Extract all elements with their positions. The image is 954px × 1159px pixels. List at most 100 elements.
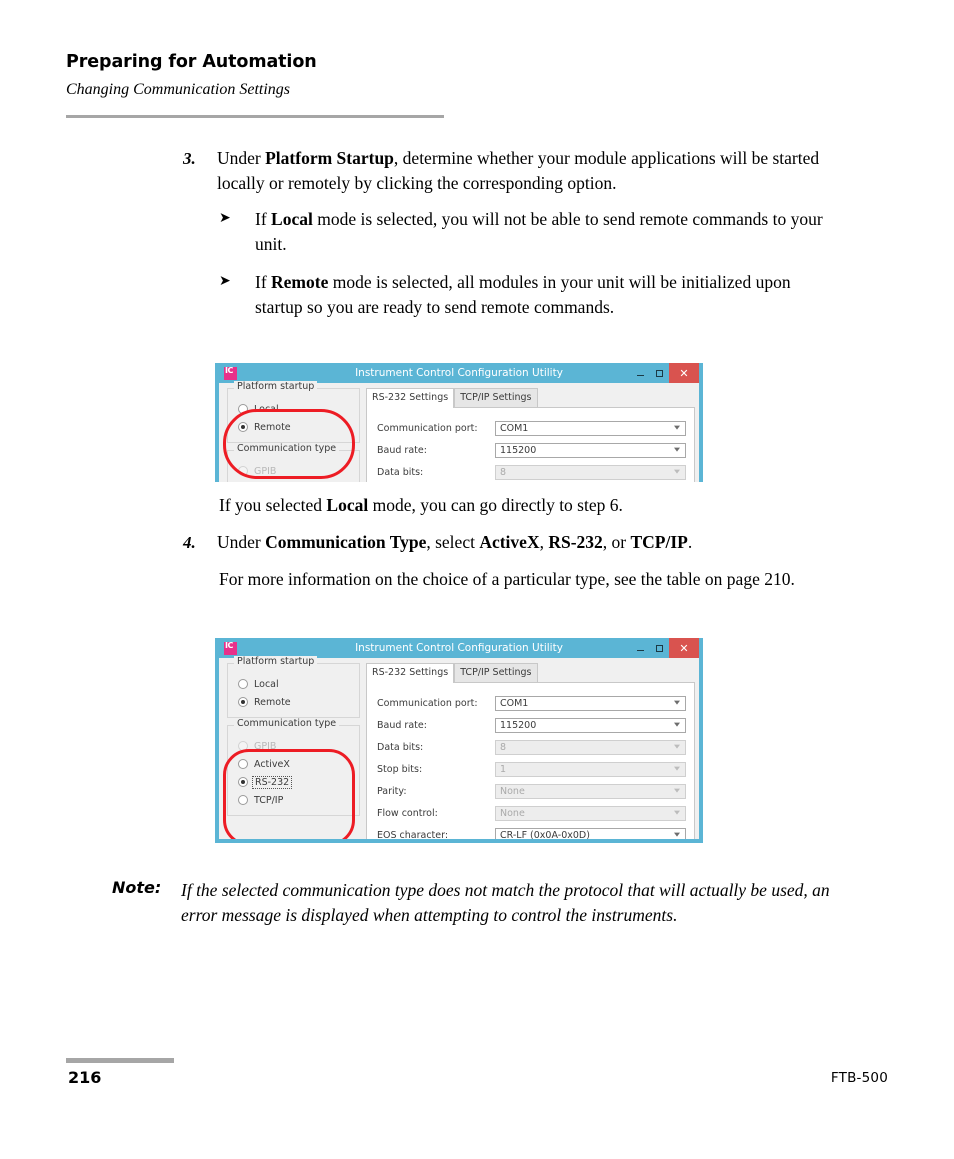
platform-startup-group: Platform startup Local Remote [227, 381, 360, 443]
step-4-bold-rs232: RS-232 [548, 532, 603, 552]
minimize-button[interactable] [631, 638, 650, 658]
stop-bits-combo: 1 [495, 761, 686, 777]
rs232-settings-pane: Communication port: COM1 Baud rate: 1152… [366, 407, 695, 482]
step-4-bold-comm-type: Communication Type [265, 532, 427, 552]
communication-type-group: Communication type GPIB [227, 443, 360, 482]
chevron-down-icon[interactable] [674, 447, 680, 452]
minimize-button[interactable] [631, 363, 650, 383]
baud-rate-value: 115200 [500, 719, 537, 731]
field-data-bits: Data bits: 8 [377, 736, 686, 758]
radio-tcpip[interactable]: TCP/IP [228, 791, 359, 809]
tab-tcpip-settings[interactable]: TCP/IP Settings [454, 663, 538, 682]
step-4-sep2: , or [602, 532, 631, 552]
stop-bits-value: 1 [500, 763, 507, 775]
footer-page-number: 216 [68, 1068, 102, 1087]
radio-local-label: Local [254, 678, 279, 690]
footer-divider [66, 1058, 174, 1063]
radio-remote-icon[interactable] [238, 422, 248, 432]
radio-gpib-label: GPIB [254, 740, 277, 752]
radio-local[interactable]: Local [228, 675, 359, 693]
chevron-down-icon[interactable] [674, 832, 680, 837]
communication-port-combo[interactable]: COM1 [495, 420, 686, 436]
communication-type-group: Communication type GPIB ActiveX RS-232 T… [227, 718, 360, 816]
step-4-bold-activex: ActiveX [479, 532, 540, 552]
tab-rs232-settings[interactable]: RS-232 Settings [366, 663, 455, 683]
radio-remote-label: Remote [254, 696, 291, 708]
radio-gpib-icon [238, 466, 248, 476]
maximize-button[interactable] [650, 363, 669, 383]
field-baud-rate: Baud rate: 115200 [377, 439, 686, 461]
radio-rs232[interactable]: RS-232 [228, 773, 359, 791]
instrument-control-app-icon [224, 366, 237, 380]
radio-tcpip-label: TCP/IP [254, 794, 284, 806]
field-communication-port-label: Communication port: [377, 697, 478, 709]
communication-port-value: COM1 [500, 697, 529, 709]
radio-remote[interactable]: Remote [228, 693, 359, 711]
window-titlebar: Instrument Control Configuration Utility… [219, 638, 699, 658]
field-baud-rate-label: Baud rate: [377, 444, 427, 456]
radio-gpib: GPIB [228, 737, 359, 755]
chevron-down-icon[interactable] [674, 425, 680, 430]
field-parity-label: Parity: [377, 785, 407, 797]
paragraph-local-lead: If you selected [219, 495, 327, 515]
page-subtitle: Changing Communication Settings [66, 81, 290, 98]
communication-port-combo[interactable]: COM1 [495, 695, 686, 711]
radio-local-icon[interactable] [238, 404, 248, 414]
chevron-down-icon[interactable] [674, 722, 680, 727]
radio-remote-icon[interactable] [238, 697, 248, 707]
radio-activex-label: ActiveX [254, 758, 290, 770]
platform-startup-legend: Platform startup [234, 381, 318, 392]
tabstrip: RS-232 Settings TCP/IP Settings [366, 388, 695, 408]
note-block: Note: If the selected communication type… [112, 878, 832, 927]
radio-activex[interactable]: ActiveX [228, 755, 359, 773]
field-eos-character-label: EOS character: [377, 829, 449, 841]
tab-tcpip-settings[interactable]: TCP/IP Settings [454, 388, 538, 407]
paragraph-more-info: For more information on the choice of a … [219, 569, 795, 589]
step-3-text: Under Platform Startup, determine whethe… [217, 146, 838, 196]
field-communication-port-label: Communication port: [377, 422, 478, 434]
eos-character-combo[interactable]: CR-LF (0x0A-0x0D) [495, 827, 686, 841]
field-communication-port: Communication port: COM1 [377, 417, 686, 439]
radio-gpib-label: GPIB [254, 465, 277, 477]
field-stop-bits: Stop bits: 1 [377, 758, 686, 780]
footer-model-name: FTB-500 [830, 1070, 888, 1086]
data-bits-combo: 8 [495, 739, 686, 755]
radio-local-icon[interactable] [238, 679, 248, 689]
field-data-bits-label: Data bits: [377, 741, 424, 753]
baud-rate-combo[interactable]: 115200 [495, 717, 686, 733]
step-3: 3. Under Platform Startup, determine whe… [183, 146, 838, 196]
paragraph-local-mode: If you selected Local mode, you can go d… [219, 493, 839, 518]
parity-combo: None [495, 783, 686, 799]
radio-local-label: Local [254, 403, 279, 415]
maximize-button[interactable] [650, 638, 669, 658]
parity-value: None [500, 785, 525, 797]
window-body: Platform startup Local Remote Communicat… [219, 656, 699, 841]
window-title: Instrument Control Configuration Utility [355, 367, 563, 379]
window-buttons: ✕ [631, 363, 699, 383]
instrument-control-app-icon [224, 641, 237, 655]
eos-character-value: CR-LF (0x0A-0x0D) [500, 829, 590, 841]
data-bits-value: 8 [500, 466, 507, 478]
tabstrip: RS-232 Settings TCP/IP Settings [366, 663, 695, 683]
baud-rate-combo[interactable]: 115200 [495, 442, 686, 458]
bullet-local-item: ➤ If Local mode is selected, you will not… [219, 207, 829, 257]
window-body: Platform startup Local Remote Communicat… [219, 381, 699, 482]
chevron-down-icon[interactable] [674, 700, 680, 705]
radio-gpib: GPIB [228, 462, 359, 480]
close-button[interactable]: ✕ [669, 363, 699, 383]
radio-local[interactable]: Local [228, 400, 359, 418]
radio-rs232-icon[interactable] [238, 777, 248, 787]
note-text: If the selected communication type does … [181, 880, 830, 925]
radio-remote[interactable]: Remote [228, 418, 359, 436]
bullet-remote-lead: If [255, 272, 272, 292]
arrow-bullet-icon: ➤ [219, 273, 231, 289]
radio-tcpip-icon[interactable] [238, 795, 248, 805]
close-button[interactable]: ✕ [669, 638, 699, 658]
bullet-local: ➤ If Local mode is selected, you will not… [219, 207, 829, 257]
window-buttons: ✕ [631, 638, 699, 658]
tab-rs232-settings[interactable]: RS-232 Settings [366, 388, 455, 408]
step-3-bold: Platform Startup [265, 148, 394, 168]
radio-activex-icon[interactable] [238, 759, 248, 769]
platform-startup-legend: Platform startup [234, 656, 318, 667]
paragraph-local-bold: Local [326, 495, 369, 515]
